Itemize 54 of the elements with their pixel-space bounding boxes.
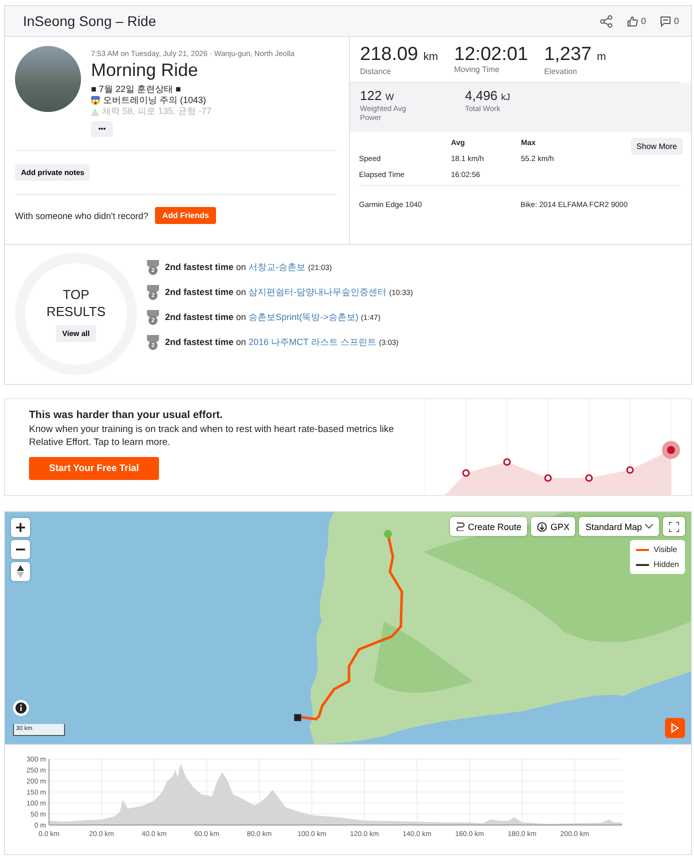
mountain-icon bbox=[91, 108, 99, 116]
segment-link[interactable]: 2016 나주MCT 라스트 스프린트 bbox=[248, 337, 376, 347]
fullscreen-icon bbox=[669, 522, 679, 532]
play-icon bbox=[671, 723, 679, 733]
caret-icon bbox=[645, 524, 653, 529]
segment-link[interactable]: 승촌보Sprint(뚝방->승촌보) bbox=[248, 312, 358, 322]
info-icon[interactable] bbox=[13, 700, 29, 716]
y-axis bbox=[48, 758, 50, 826]
stat-label: Elevation bbox=[544, 67, 578, 76]
fullscreen-button[interactable] bbox=[663, 517, 685, 536]
effort-point bbox=[462, 469, 470, 477]
effort-point bbox=[503, 458, 511, 466]
activity-name: Morning Ride bbox=[91, 60, 200, 81]
scared-face-icon bbox=[91, 96, 100, 105]
download-icon bbox=[537, 522, 548, 532]
effort-point bbox=[585, 474, 593, 482]
page-title: InSeong Song – Ride bbox=[23, 13, 158, 29]
stat-value: 12:02:01 bbox=[454, 45, 528, 65]
create-route-button[interactable]: Create Route bbox=[450, 517, 528, 536]
description-line: 오버트레이닝 주의 (1043) bbox=[103, 95, 206, 106]
description-line: 체력 58, 피로 135, 균형 -77 bbox=[102, 106, 212, 117]
kudos-button[interactable]: 0 bbox=[626, 16, 646, 26]
stat-value: 218.09 km bbox=[360, 45, 438, 67]
gpx-button[interactable]: GPX bbox=[531, 517, 576, 536]
stat-label: Distance bbox=[360, 67, 392, 76]
compass-icon bbox=[17, 565, 24, 578]
stat-label: Moving Time bbox=[454, 65, 500, 74]
map-type-dropdown[interactable]: Standard Map bbox=[579, 517, 659, 536]
route-icon bbox=[456, 522, 465, 531]
description-line: ■ 7월 22일 훈련상태 ■ bbox=[91, 84, 181, 95]
thumbs-up-icon bbox=[626, 16, 638, 26]
play-button[interactable] bbox=[665, 718, 685, 738]
comment-icon bbox=[660, 16, 671, 26]
effort-description: Know when your training is on track and when to rest with heart rate-based metrics like Relative Effort. Tap to learn more. bbox=[29, 423, 395, 449]
show-more-button[interactable]: Show More bbox=[630, 138, 683, 155]
segment-link[interactable]: 삼지편쉼터-담양내나무숲인증센터 bbox=[248, 287, 387, 297]
effort-title: This was harder than your usual effort. bbox=[29, 409, 224, 421]
stat-value: 1,237 m bbox=[544, 45, 608, 67]
compass-button[interactable] bbox=[11, 562, 30, 581]
share-icon[interactable] bbox=[600, 14, 613, 28]
legend-label: Visible bbox=[654, 545, 678, 554]
effort-point bbox=[544, 474, 552, 482]
stat-value: 4,496 kJ bbox=[465, 89, 512, 104]
comments-button[interactable]: 0 bbox=[660, 16, 679, 26]
segment-link[interactable]: 서창교-승촌보 bbox=[248, 262, 306, 272]
current-effort-point bbox=[662, 441, 680, 459]
effort-point bbox=[626, 466, 634, 474]
top-results-title: TOP RESULTS bbox=[46, 286, 106, 320]
plus-icon bbox=[16, 523, 25, 532]
legend-label: Hidden bbox=[654, 560, 679, 569]
friends-prompt: With someone who didn't record? bbox=[15, 210, 148, 220]
zoom-out-button[interactable] bbox=[11, 540, 30, 559]
stat-value: 122 W bbox=[360, 89, 395, 104]
zoom-in-button[interactable] bbox=[11, 518, 30, 537]
